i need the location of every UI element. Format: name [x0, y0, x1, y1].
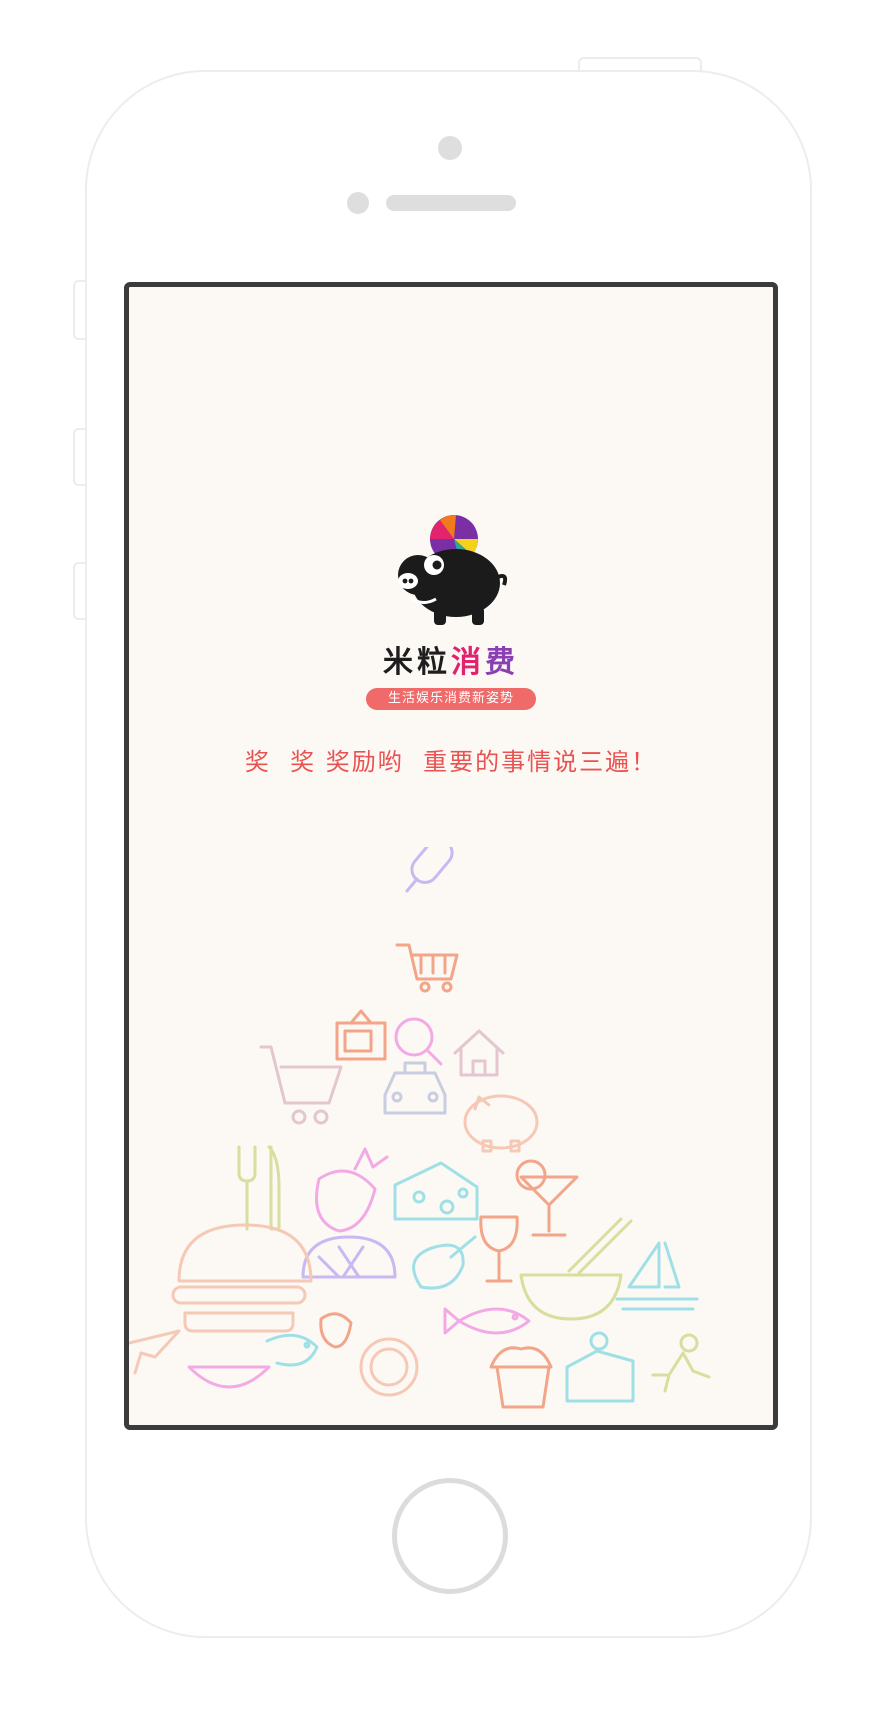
runner-icon: [651, 1333, 711, 1393]
proximity-sensor: [347, 192, 369, 214]
device-mockup: 米粒消费 生活娱乐消费新姿势 奖 奖 奖励哟 重要的事情说三遍！: [0, 0, 888, 1730]
earpiece-speaker: [386, 195, 516, 211]
popsicle-icon: [405, 847, 454, 893]
shopping-cart-icon: [259, 1045, 343, 1125]
house-icon: [453, 1029, 505, 1077]
shopping-basket-icon: [395, 943, 459, 993]
brand-char: 消: [451, 645, 485, 680]
headline-text: 奖 奖 奖励哟 重要的事情说三遍！: [244, 748, 658, 776]
piggy-bank-icon: [463, 1094, 539, 1153]
brand-char: 粒: [417, 645, 451, 680]
sailboat-icon: [615, 1241, 699, 1311]
shrimp-icon: [265, 1333, 319, 1367]
magnifier-icon: [394, 1017, 443, 1066]
fish-icon: [443, 1307, 531, 1335]
volume-up-button: [73, 428, 85, 486]
drumstick-icon: [412, 1235, 477, 1290]
front-camera: [438, 136, 462, 160]
cake-icon: [565, 1331, 635, 1403]
airplane-icon: [129, 1329, 181, 1375]
brand-name: 米粒消费: [129, 637, 773, 681]
power-button: [578, 57, 702, 71]
brand-char: 费: [485, 645, 519, 680]
volume-down-button: [73, 562, 85, 620]
lemon-slice-icon: [187, 1365, 271, 1389]
tagline-badge: 生活娱乐消费新姿势: [366, 688, 536, 710]
splash-screen: 米粒消费 生活娱乐消费新姿势 奖 奖 奖励哟 重要的事情说三遍！: [124, 282, 778, 1430]
burger-icon: [171, 1223, 313, 1333]
strawberry-small-icon: [319, 1312, 353, 1349]
mute-switch: [73, 280, 85, 340]
fork-knife-icon: [237, 1145, 281, 1231]
strawberry-icon: [315, 1147, 389, 1233]
taxi-icon: [383, 1061, 447, 1115]
bread-icon: [301, 1235, 397, 1279]
cupcake-icon: [489, 1346, 553, 1409]
piggy-bank-mascot-icon: [398, 514, 508, 625]
wine-glass-icon: [479, 1215, 519, 1283]
cheese-icon: [393, 1161, 479, 1221]
brand-char: 米: [383, 645, 417, 680]
tv-icon: [335, 1009, 387, 1061]
decorative-illustration: [129, 847, 773, 1425]
home-button[interactable]: [392, 1478, 508, 1594]
plate-icon: [359, 1337, 419, 1397]
cocktail-icon: [515, 1159, 579, 1237]
